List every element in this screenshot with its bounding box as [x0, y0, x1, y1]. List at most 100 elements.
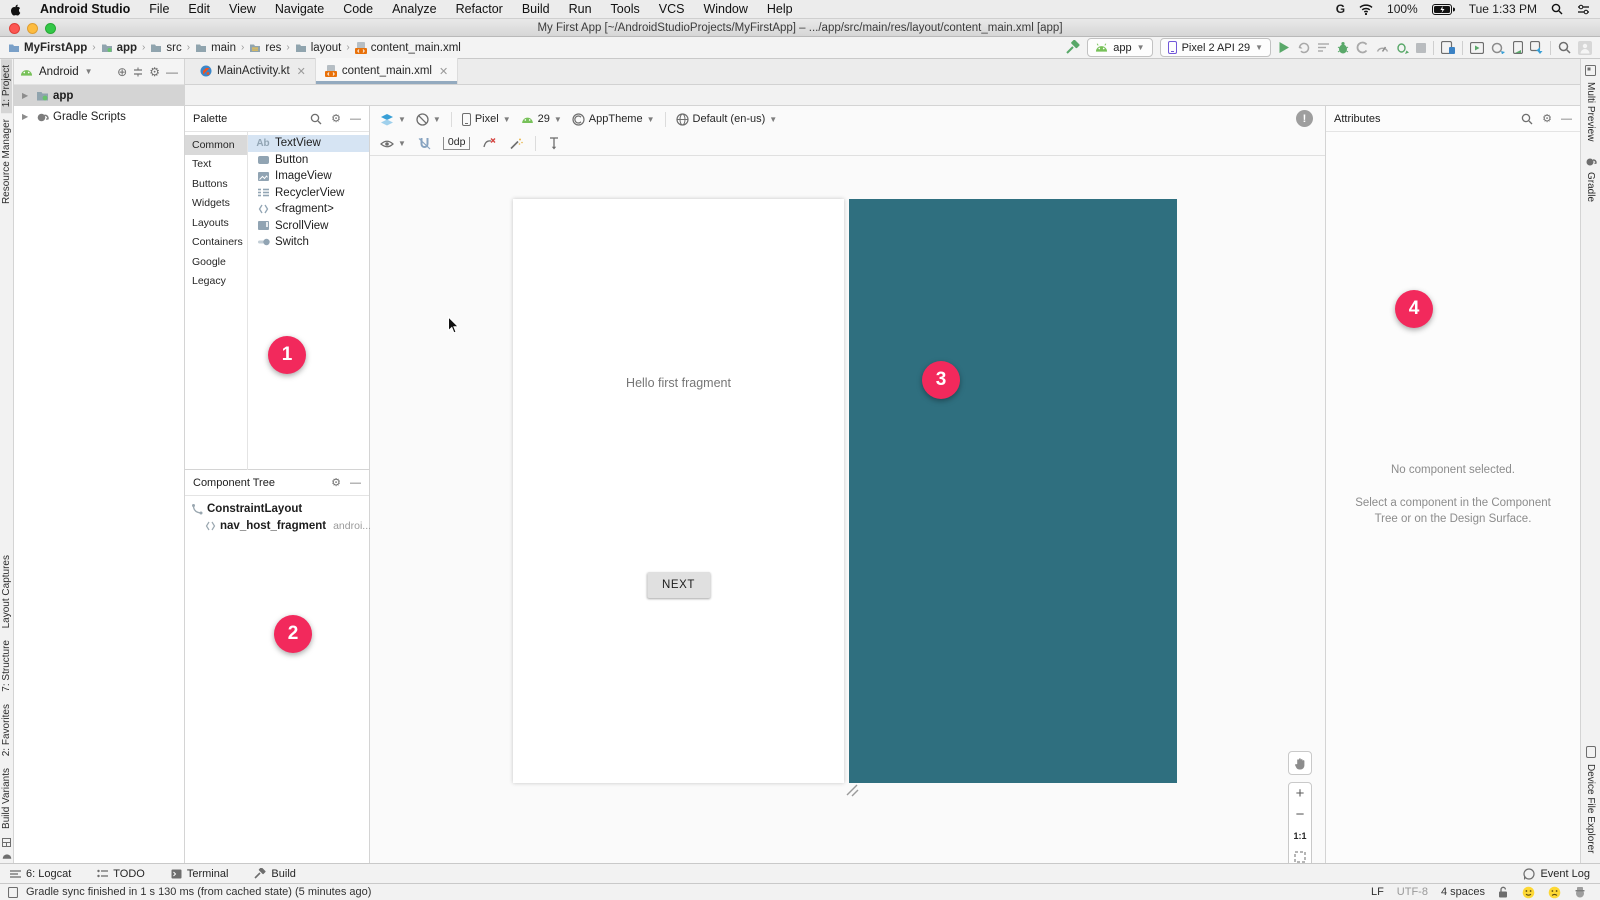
project-tree-item-gradle-scripts[interactable]: ▶ Gradle Scripts	[14, 106, 184, 127]
menu-refactor[interactable]: Refactor	[456, 2, 503, 16]
menu-view[interactable]: View	[229, 2, 256, 16]
breadcrumb-src[interactable]: src	[150, 42, 181, 54]
palette-category-containers[interactable]: Containers	[185, 233, 247, 253]
palette-item-imageview[interactable]: ImageView	[248, 168, 369, 185]
emulator-rail-icon[interactable]	[2, 852, 12, 859]
encoding-widget[interactable]: UTF-8	[1397, 886, 1428, 898]
issues-indicator[interactable]: !	[1296, 110, 1313, 127]
locate-file-icon[interactable]: ⊕	[117, 65, 127, 79]
indent-widget[interactable]: 4 spaces	[1441, 886, 1485, 898]
view-options-dropdown[interactable]: ▼	[380, 139, 406, 149]
apple-logo-icon[interactable]	[10, 3, 21, 16]
chevron-down-icon[interactable]: ▼	[85, 67, 93, 76]
settings-gear-icon[interactable]: ⚙	[149, 65, 160, 79]
menu-edit[interactable]: Edit	[188, 2, 210, 16]
window-minimize-button[interactable]	[27, 23, 38, 34]
palette-category-layouts[interactable]: Layouts	[185, 213, 247, 233]
autoconnect-magnet-icon[interactable]	[418, 137, 431, 150]
settings-gear-icon[interactable]: ⚙	[331, 112, 341, 125]
lock-unlocked-icon[interactable]	[1498, 886, 1509, 898]
tab-mainactivity[interactable]: MainActivity.kt ✕	[191, 58, 316, 84]
breadcrumb-main[interactable]: main	[195, 42, 236, 54]
profile-avatar[interactable]	[1578, 41, 1592, 55]
attach-debugger-icon[interactable]	[1396, 41, 1409, 54]
rail-layout-captures[interactable]: Layout Captures	[1, 549, 12, 634]
resize-handle-icon[interactable]	[845, 783, 859, 797]
rail-build-variants[interactable]: Build Variants	[1, 762, 12, 835]
search-everywhere-icon[interactable]	[1558, 41, 1571, 54]
settings-gear-icon[interactable]: ⚙	[331, 476, 341, 489]
debug-button[interactable]	[1337, 41, 1349, 54]
design-preview[interactable]: Hello first fragment NEXT	[513, 199, 844, 783]
event-log-button[interactable]: Event Log	[1523, 868, 1590, 880]
virtual-device-icon[interactable]	[1513, 41, 1523, 54]
settings-gear-icon[interactable]: ⚙	[1542, 112, 1552, 125]
palette-item-switch[interactable]: Switch	[248, 234, 369, 251]
menu-code[interactable]: Code	[343, 2, 373, 16]
menu-analyze[interactable]: Analyze	[392, 2, 436, 16]
menu-app-name[interactable]: Android Studio	[40, 2, 130, 16]
zoom-in-button[interactable]: +	[1289, 783, 1311, 804]
palette-category-google[interactable]: Google	[185, 252, 247, 272]
apply-code-changes-icon[interactable]	[1317, 42, 1330, 53]
rail-project[interactable]: 1: Project	[1, 59, 12, 113]
component-tree-root[interactable]: ConstraintLayout	[185, 500, 369, 517]
apply-changes-icon[interactable]	[1297, 41, 1310, 54]
palette-item-textview[interactable]: Ab TextView	[248, 135, 369, 152]
expand-arrow-icon[interactable]: ▶	[22, 91, 32, 100]
palette-item-button[interactable]: Button	[248, 152, 369, 169]
breadcrumb-project[interactable]: MyFirstApp	[8, 42, 87, 54]
stop-button[interactable]	[1416, 43, 1426, 53]
dissatisfied-face-icon[interactable]	[1548, 886, 1561, 899]
spotlight-search-icon[interactable]	[1551, 3, 1563, 15]
locale-dropdown[interactable]: Default (en-us) ▼	[676, 113, 778, 126]
satisfied-face-icon[interactable]	[1522, 886, 1535, 899]
pack-align-icon[interactable]	[548, 137, 560, 150]
menu-window[interactable]: Window	[703, 2, 747, 16]
rail-favorites[interactable]: 2: Favorites	[1, 698, 12, 762]
breadcrumb-app[interactable]: app	[101, 42, 137, 54]
menu-run[interactable]: Run	[569, 2, 592, 16]
menu-vcs[interactable]: VCS	[659, 2, 685, 16]
run-button[interactable]	[1278, 41, 1290, 54]
grammarly-menu-icon[interactable]: G	[1336, 2, 1345, 16]
breadcrumb-file[interactable]: content_main.xml	[355, 42, 461, 54]
design-mode-dropdown[interactable]: ▼	[380, 113, 406, 126]
menu-navigate[interactable]: Navigate	[275, 2, 324, 16]
hide-panel-icon[interactable]: —	[1561, 113, 1572, 125]
palette-category-buttons[interactable]: Buttons	[185, 174, 247, 194]
project-view-selector[interactable]: Android	[39, 66, 79, 78]
toolwindow-logcat[interactable]: 6: Logcat	[10, 868, 71, 880]
search-icon[interactable]	[310, 113, 322, 125]
hide-panel-icon[interactable]: —	[350, 477, 361, 489]
api-level-dropdown[interactable]: 29 ▼	[521, 113, 562, 125]
device-manager-icon[interactable]	[1441, 41, 1455, 54]
breadcrumb-res[interactable]: res	[249, 42, 281, 54]
project-tree-item-app[interactable]: ▶ app	[14, 85, 184, 106]
hide-panel-icon[interactable]: —	[350, 113, 361, 125]
design-canvas[interactable]: Hello first fragment NEXT + − 1:1	[370, 156, 1325, 862]
palette-item-fragment[interactable]: <fragment>	[248, 201, 369, 218]
menu-help[interactable]: Help	[767, 2, 793, 16]
run-config-dropdown[interactable]: app ▼	[1087, 38, 1152, 57]
status-square-icon[interactable]	[8, 887, 18, 898]
sdk-manager-icon[interactable]	[1530, 41, 1543, 54]
gradle-sync-icon[interactable]	[1491, 42, 1506, 54]
blueprint-preview[interactable]	[849, 199, 1177, 783]
pan-tool-button[interactable]	[1288, 751, 1312, 775]
profile-coverage-icon[interactable]	[1356, 41, 1369, 54]
clear-constraints-icon[interactable]	[482, 137, 497, 150]
tab-content-main[interactable]: content_main.xml ✕	[316, 58, 458, 84]
theme-dropdown[interactable]: AppTheme ▼	[572, 113, 655, 126]
palette-category-common[interactable]: Common	[185, 135, 247, 155]
close-icon[interactable]: ✕	[297, 65, 306, 78]
make-project-hammer-icon[interactable]	[1065, 40, 1080, 55]
menu-file[interactable]: File	[149, 2, 169, 16]
expand-arrow-icon[interactable]: ▶	[22, 112, 32, 121]
close-icon[interactable]: ✕	[439, 65, 448, 78]
toolwindow-terminal[interactable]: Terminal	[171, 868, 229, 880]
profiler-icon[interactable]	[1376, 42, 1389, 53]
ide-errors-widget-icon[interactable]	[1574, 886, 1586, 898]
toolwindow-todo[interactable]: TODO	[97, 868, 145, 880]
search-icon[interactable]	[1521, 113, 1533, 125]
